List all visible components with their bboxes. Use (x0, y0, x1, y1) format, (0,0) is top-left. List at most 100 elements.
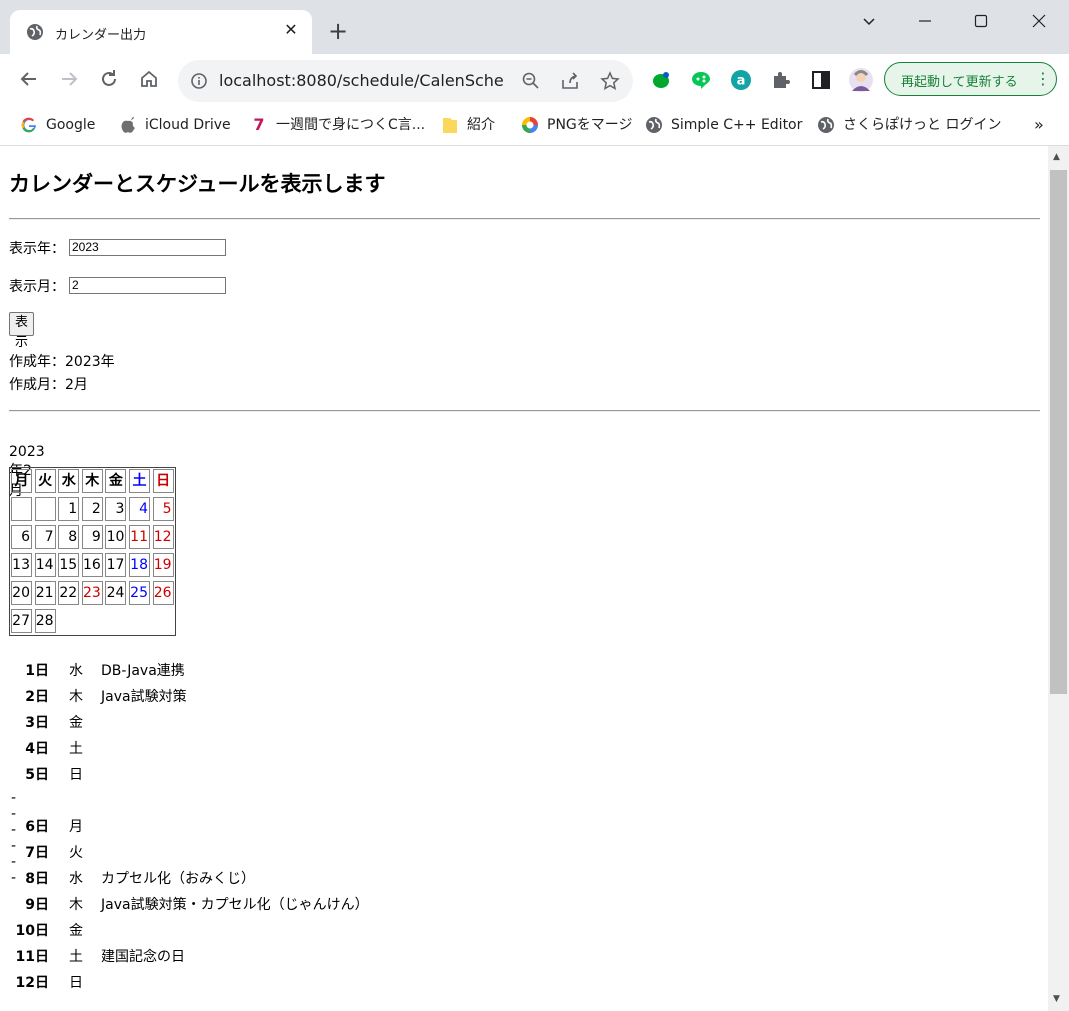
calendar-day-cell: 27 (11, 609, 32, 633)
made-year-text: 作成年：2023年 (9, 354, 115, 370)
year-input[interactable]: 2023 (69, 239, 226, 256)
close-window-icon[interactable] (1016, 6, 1062, 36)
schedule-day: 12日 (15, 975, 49, 991)
calendar-day-cell: 21 (34, 581, 56, 605)
side-panel-icon[interactable] (810, 69, 832, 91)
back-icon[interactable] (16, 68, 42, 94)
bookmark-label: Simple C++ Editor (671, 117, 803, 133)
title-bar: カレンダー出力 ✕ + (0, 0, 1069, 54)
calendar-day-cell: 11 (129, 525, 150, 549)
calendar-day-cell: 1 (58, 497, 80, 521)
bookmark-label: PNGをマージ (547, 117, 633, 133)
calendar-day-cell: 9 (81, 525, 103, 549)
calendar-header-cell: 土 (129, 469, 150, 493)
calendar-header-cell: 金 (105, 469, 127, 493)
new-tab-icon[interactable]: + (326, 19, 350, 44)
divider (9, 218, 1040, 220)
update-button[interactable]: 再起動して更新する ⋮ (884, 62, 1057, 96)
schedule-event: Java試験対策・カプセル化（じゃんけん） (101, 897, 369, 913)
url-text[interactable]: localhost:8080/schedule/CalenSche (219, 71, 504, 90)
bookmark-star-icon[interactable] (600, 71, 620, 95)
schedule-day: 1日 (25, 663, 49, 679)
schedule-weekday: 木 (69, 897, 83, 913)
more-bookmarks-icon[interactable]: » (1034, 116, 1044, 136)
tab-search-icon[interactable] (846, 6, 892, 36)
schedule-day: 5日 (25, 767, 49, 783)
calendar-day-cell: 10 (105, 525, 127, 549)
browser-tab[interactable]: カレンダー出力 ✕ (10, 10, 312, 54)
bookmark-label: 紹介 (467, 117, 495, 133)
made-month-text: 作成月：2月 (9, 377, 88, 393)
schedule-weekday: 土 (69, 949, 83, 965)
schedule-day: 9日 (25, 897, 49, 913)
close-tab-icon[interactable]: ✕ (280, 19, 302, 41)
calendar-day-cell (34, 497, 56, 521)
bookmark-icloud[interactable]: iCloud Drive (119, 116, 231, 136)
home-icon[interactable] (136, 68, 162, 94)
vertical-scrollbar[interactable]: ▲ ▼ (1048, 146, 1069, 1011)
schedule-day: 11日 (15, 949, 49, 965)
scroll-down-icon[interactable]: ▼ (1053, 994, 1060, 1004)
bookmark-google[interactable]: Google (20, 116, 95, 136)
extensions-puzzle-icon[interactable] (770, 69, 792, 91)
calendar-table: 月火水木金土日 1 2 3 4 5 6 7 8 9 10 11 12 13 14 15 16 17 18 19 20 21… (9, 467, 176, 636)
a-extension-icon[interactable]: a (730, 69, 752, 91)
maximize-icon[interactable] (958, 6, 1004, 36)
schedule-weekday: 土 (69, 741, 83, 757)
schedule-day: 2日 (25, 689, 49, 705)
calendar-day-cell: 15 (58, 553, 80, 577)
schedule-day: 6日 (25, 819, 49, 835)
reload-icon[interactable] (96, 68, 122, 94)
bookmark-folder-intro[interactable]: 紹介 (441, 116, 495, 136)
calendar-day-cell: 5 (152, 497, 174, 521)
schedule-day: 10日 (15, 923, 49, 939)
calendar-day-cell: 14 (34, 553, 56, 577)
update-label: 再起動して更新する (901, 75, 1018, 90)
schedule-weekday: 金 (69, 715, 83, 731)
calendar-day-cell: 28 (34, 609, 56, 633)
schedule-weekday: 日 (69, 975, 83, 991)
calendar-day-cell: 12 (152, 525, 174, 549)
address-bar[interactable]: localhost:8080/schedule/CalenSche (178, 60, 633, 102)
submit-button[interactable]: 表示 (9, 312, 35, 350)
divider (9, 410, 1040, 412)
calendar-day-cell: 23 (81, 581, 103, 605)
bookmark-c-lang[interactable]: 7 一週間で身につくC言... (250, 116, 425, 136)
year-label: 表示年： (9, 241, 65, 257)
evernote-icon[interactable] (650, 69, 672, 91)
calendar-day-cell: 25 (129, 581, 150, 605)
minimize-icon[interactable] (902, 6, 948, 36)
share-icon[interactable] (560, 71, 580, 95)
more-menu-icon[interactable]: ⋮ (1035, 69, 1051, 88)
calendar-day-cell: 13 (11, 553, 32, 577)
bookmark-png-merge[interactable]: PNGをマージ (521, 116, 632, 136)
bookmark-label: Google (46, 117, 96, 133)
zoom-icon[interactable] (521, 71, 541, 95)
schedule-weekday: 水 (69, 663, 83, 679)
forward-icon[interactable] (56, 68, 82, 94)
month-label: 表示月： (9, 279, 65, 295)
calendar-day-cell: 8 (58, 525, 80, 549)
schedule-weekday: 木 (69, 689, 83, 705)
site-info-icon[interactable] (190, 72, 208, 94)
schedule-day: 3日 (25, 715, 49, 731)
bookmark-cpp-editor[interactable]: Simple C++ Editor (645, 116, 802, 136)
avatar[interactable] (848, 68, 873, 92)
calendar-header-cell: 日 (152, 469, 174, 493)
scroll-up-icon[interactable]: ▲ (1053, 152, 1060, 162)
calendar-day-cell: 18 (129, 553, 150, 577)
bookmark-sakura-login[interactable]: さくらぽけっと ログイン (817, 116, 1001, 136)
schedule-weekday: 月 (69, 819, 83, 835)
line-share-icon[interactable] (690, 69, 712, 91)
calendar-day-cell: 2 (81, 497, 103, 521)
schedule-weekday: 金 (69, 923, 83, 939)
folder-icon (441, 116, 459, 134)
calendar-day-cell: 16 (81, 553, 103, 577)
calendar-day-cell: 19 (152, 553, 174, 577)
bookmarks-bar: Google iCloud Drive 7 一週間で身につくC言... 紹介 PN… (0, 107, 1069, 146)
scrollbar-thumb[interactable] (1050, 170, 1067, 694)
month-input[interactable]: 2 (69, 277, 226, 294)
calendar-header-cell: 月 (11, 469, 32, 493)
seven-icon: 7 (253, 115, 265, 134)
calendar-day-cell: 4 (129, 497, 150, 521)
